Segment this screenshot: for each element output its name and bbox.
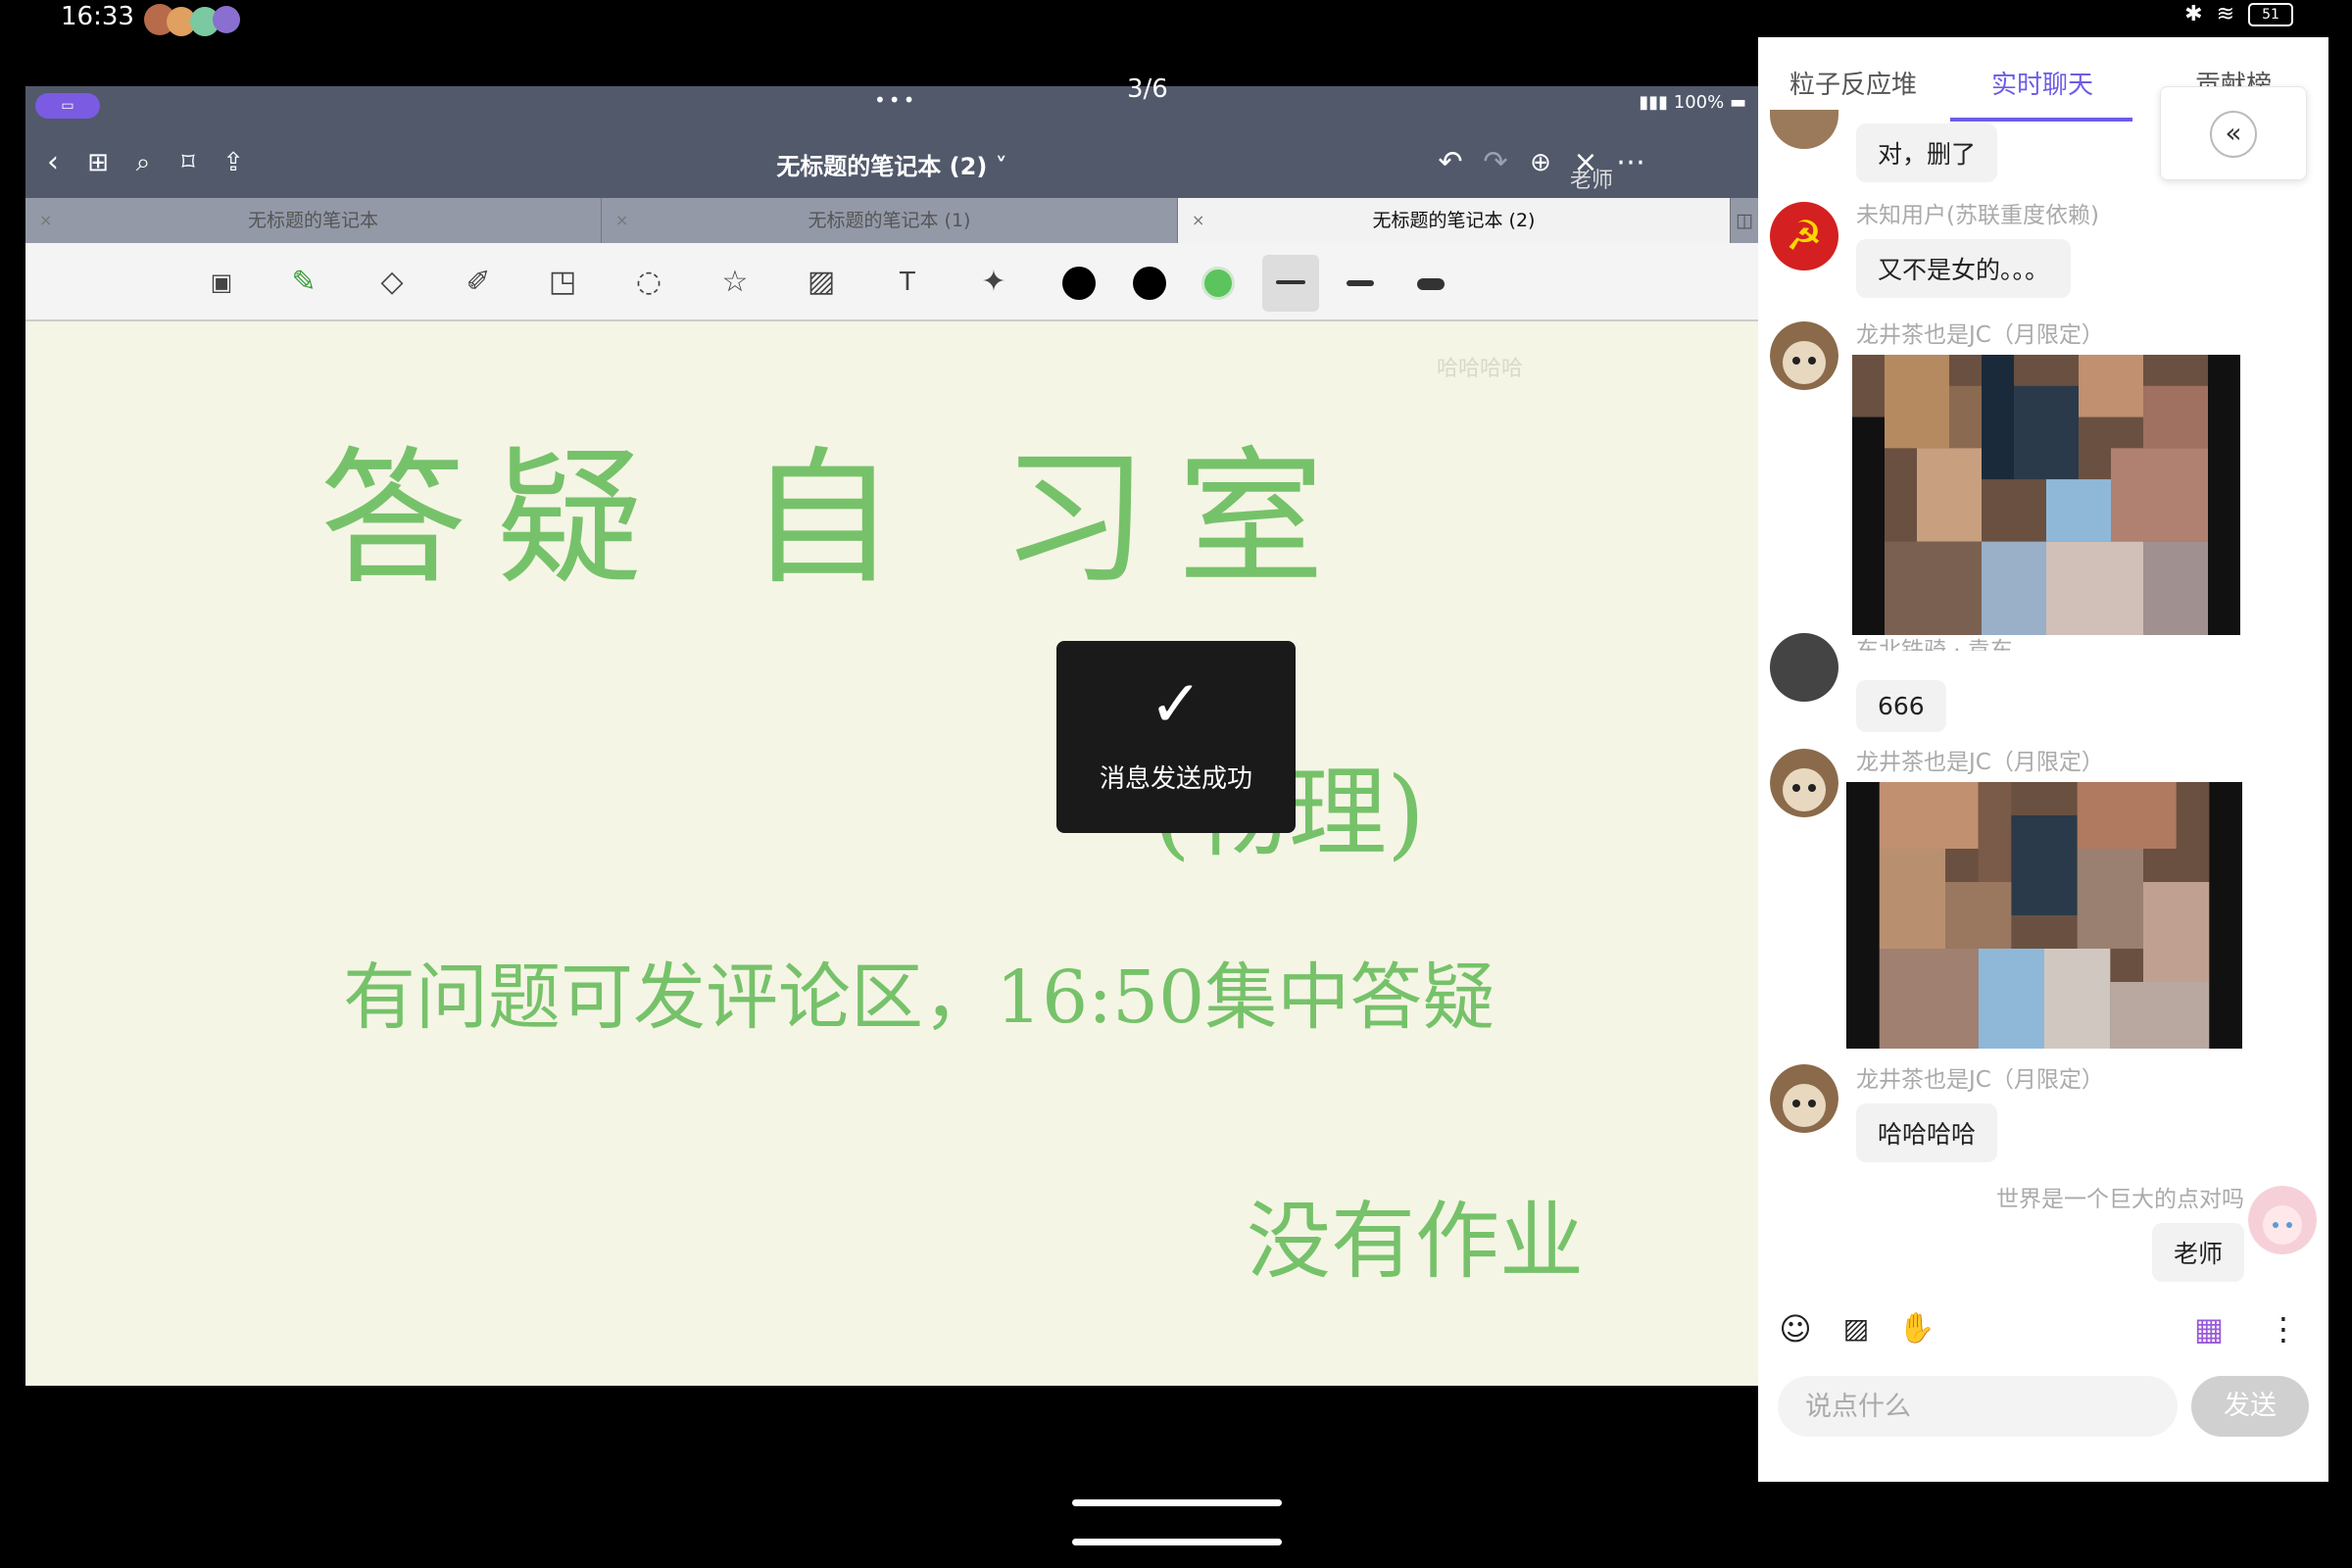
battery-icon: 51: [2248, 2, 2293, 26]
message-bubble: 老师: [2151, 1223, 2244, 1282]
avatar[interactable]: [1770, 110, 1838, 149]
stroke-medium[interactable]: [1347, 280, 1374, 286]
tab-close-icon[interactable]: ×: [615, 198, 628, 243]
pen-icon[interactable]: ✎: [282, 261, 325, 304]
message-bubble: 对，删了: [1856, 123, 1998, 182]
sticker-icon[interactable]: ☆: [713, 261, 757, 304]
image-upload-icon[interactable]: ▨: [1837, 1309, 1876, 1348]
signal-icon: ▮▮▮: [1639, 92, 1669, 113]
home-indicator-1: [1072, 1499, 1282, 1506]
bluetooth-icon: ✱: [2184, 2, 2203, 26]
teacher-label: 老师: [1570, 169, 1614, 193]
chat-panel: 粒子反应堆 实时聊天 贡献榜 « 对，删了 ☭ 未知用户(苏联重度依赖) 又不是…: [1758, 37, 2328, 1482]
eraser-icon[interactable]: ◇: [370, 261, 414, 304]
check-icon: ✓: [1149, 666, 1203, 742]
message-bubble: 666: [1856, 680, 1946, 732]
laser-pointer-icon[interactable]: ✦: [972, 261, 1015, 304]
avatar[interactable]: ☭: [1770, 202, 1838, 270]
notes-app-toolbar: ‹ ⊞ ⌕ ⌑ ⇪ 无标题的笔记本 (2) ˅ ↶ ↷ ⊕ × ⋯: [25, 127, 1758, 198]
mosaic-image[interactable]: [1852, 355, 2240, 635]
gift-icon[interactable]: ▦: [2189, 1309, 2229, 1348]
lasso-icon[interactable]: ◌: [627, 261, 670, 304]
split-view-icon[interactable]: ◫: [1731, 198, 1758, 243]
message-username: 龙井茶也是JC（月限定）: [1856, 750, 2104, 775]
avatar[interactable]: [1770, 633, 1838, 702]
screen-share-view: ▭ ••• ▮▮▮ 100% ▬ ‹ ⊞ ⌕ ⌑ ⇪ 无标题的笔记本 (2) ˅…: [25, 86, 1758, 1386]
raise-hand-icon[interactable]: ✋: [1897, 1309, 1936, 1348]
color-black-1[interactable]: [1062, 267, 1096, 300]
image-icon[interactable]: ▨: [800, 261, 843, 304]
tab-particle-reactor[interactable]: 粒子反应堆: [1789, 65, 1917, 101]
add-page-icon[interactable]: ⊕: [1523, 145, 1558, 180]
highlighter-icon[interactable]: ✐: [457, 261, 500, 304]
device-battery-text: 100%: [1673, 92, 1725, 113]
tab-note-1[interactable]: × 无标题的笔记本 (1): [602, 198, 1178, 243]
toast-text: 消息发送成功: [1099, 764, 1252, 794]
note-canvas[interactable]: 哈哈哈哈 答疑 自 习室 (物理) 有问题可发评论区，16:50集中答疑 没有作…: [25, 321, 1758, 1386]
device-status: ▮▮▮ 100% ▬: [1639, 92, 1746, 113]
notification-avatars: [144, 4, 240, 36]
chat-message-input[interactable]: [1778, 1376, 2178, 1437]
device-badge-icon: ▭: [35, 93, 100, 119]
device-status-bar: ▭ ••• ▮▮▮ 100% ▬: [25, 86, 1758, 127]
message-username: 东北铁骑 · 袁东: [1856, 638, 2013, 651]
status-time: 16:33: [61, 2, 134, 31]
color-green[interactable]: [1201, 267, 1235, 300]
message-username: 世界是一个巨大的点对吗: [1996, 1187, 2244, 1212]
tab-note-0[interactable]: × 无标题的笔记本: [25, 198, 602, 243]
note-tab-strip: × 无标题的笔记本 × 无标题的笔记本 (1) × 无标题的笔记本 (2) ◫: [25, 198, 1758, 243]
tab-live-chat[interactable]: 实时聊天: [1991, 65, 2093, 101]
avatar[interactable]: [1770, 321, 1838, 390]
message-username: 龙井茶也是JC（月限定）: [1856, 1067, 2104, 1093]
double-chevron-left-icon: «: [2210, 111, 2257, 158]
avatar[interactable]: [1770, 749, 1838, 817]
message-bubble: 哈哈哈哈: [1856, 1103, 1998, 1162]
tab-close-icon[interactable]: ×: [39, 198, 52, 243]
more-vertical-icon[interactable]: ⋮: [2264, 1309, 2303, 1348]
ink-title: 答疑 自 习室: [319, 434, 1354, 605]
tab-close-icon[interactable]: ×: [1192, 198, 1204, 243]
page-counter: 3/6: [1127, 74, 1168, 104]
emoji-icon[interactable]: ☺: [1776, 1309, 1815, 1348]
stroke-thick[interactable]: [1417, 278, 1445, 290]
more-icon[interactable]: ⋯: [1613, 145, 1648, 180]
ink-line-1: 有问题可发评论区，16:50集中答疑: [343, 956, 1495, 1040]
success-toast: ✓ 消息发送成功: [1056, 641, 1296, 833]
color-black-2[interactable]: [1133, 267, 1166, 300]
mosaic-image[interactable]: [1846, 782, 2242, 1049]
device-battery-icon: ▬: [1729, 92, 1746, 113]
status-icons: ✱ ≋ 51: [2184, 2, 2293, 26]
composer-toolbar: ☺ ▨ ✋ ▦ ⋮: [1758, 1301, 2328, 1360]
ink-line-2: 没有作业: [1247, 1193, 1584, 1291]
read-mode-icon[interactable]: ▣: [200, 261, 243, 304]
avatar[interactable]: [1770, 1064, 1838, 1133]
collapse-button[interactable]: «: [2160, 86, 2307, 180]
active-tab-indicator: [1950, 118, 2132, 122]
message-username: 龙井茶也是JC（月限定）: [1856, 322, 2104, 348]
tab-note-2[interactable]: × 无标题的笔记本 (2): [1178, 198, 1731, 243]
message-bubble: 又不是女的。。。: [1856, 239, 2072, 298]
avatar[interactable]: [2248, 1186, 2317, 1254]
home-indicator-2: [1072, 1539, 1282, 1545]
undo-icon[interactable]: ↶: [1433, 145, 1468, 180]
redo-icon[interactable]: ↷: [1478, 145, 1513, 180]
wifi-icon: ≋: [2216, 2, 2234, 26]
canvas-ghost-text: 哈哈哈哈: [1437, 357, 1524, 381]
message-username: 未知用户(苏联重度依赖): [1856, 203, 2099, 228]
stroke-thin[interactable]: [1276, 280, 1305, 284]
send-button[interactable]: 发送: [2191, 1376, 2309, 1437]
text-icon[interactable]: T: [886, 261, 929, 304]
drawing-toolbar: ▣ ✎ ◇ ✐ ◳ ◌ ☆ ▨ T ✦: [25, 243, 1758, 321]
shapes-icon[interactable]: ◳: [541, 261, 584, 304]
multitask-dots-icon[interactable]: •••: [874, 88, 917, 112]
